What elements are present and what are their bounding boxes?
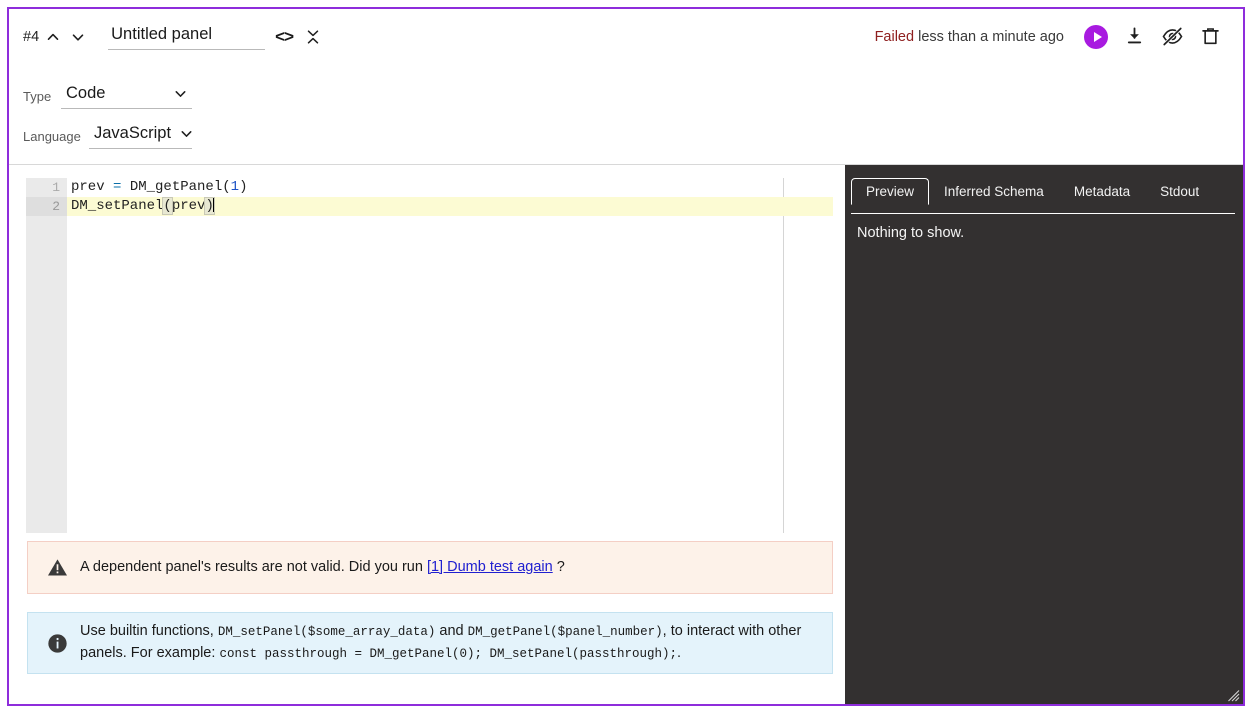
panel-body: 1 2 prev = DM_getPanel(1) DM_setPanel(pr…	[9, 165, 1243, 704]
panel-language-value: JavaScript	[94, 124, 172, 142]
results-body: Nothing to show.	[845, 217, 1243, 704]
results-tabs: Preview Inferred Schema Metadata Stdout	[845, 174, 1243, 205]
code-line: prev = DM_getPanel(1)	[67, 178, 826, 197]
info-code-getpanel: DM_getPanel($panel_number)	[467, 625, 663, 639]
panel-type-select[interactable]: Code	[61, 83, 192, 109]
line-number: 2	[26, 197, 67, 216]
code-token: )	[239, 179, 248, 195]
editor-pane: 1 2 prev = DM_getPanel(1) DM_setPanel(pr…	[9, 165, 845, 704]
resize-handle[interactable]	[1228, 689, 1240, 702]
panel-type-label: Type	[23, 88, 52, 104]
code-line: DM_setPanel(prev)	[67, 197, 833, 216]
status-text: Failed less than a minute ago	[875, 29, 1064, 45]
code-token: DM_getPanel	[121, 179, 223, 195]
code-token: (	[162, 197, 173, 215]
panel-type-value: Code	[66, 84, 106, 102]
code-toggle-icon[interactable]: <>	[274, 25, 294, 49]
code-editor[interactable]: 1 2 prev = DM_getPanel(1) DM_setPanel(pr…	[26, 178, 833, 533]
play-icon	[1084, 24, 1108, 49]
info-circle-icon	[44, 633, 70, 654]
results-tab-metadata[interactable]: Metadata	[1059, 178, 1145, 204]
run-panel-button[interactable]	[1081, 22, 1111, 52]
panel-language-label: Language	[23, 128, 81, 144]
info-seg-1: Use builtin functions,	[80, 623, 218, 639]
download-results-button[interactable]	[1119, 22, 1149, 52]
line-number: 1	[52, 180, 60, 195]
chevron-down-icon	[173, 86, 188, 101]
panel-title-input[interactable]	[108, 23, 266, 50]
builtin-functions-info-alert: Use builtin functions, DM_setPanel($some…	[27, 612, 833, 674]
dependency-warning-alert: A dependent panel's results are not vali…	[27, 541, 833, 594]
code-token: 1	[230, 179, 240, 195]
status-state-label: Failed	[874, 28, 915, 45]
dependency-warning-text: A dependent panel's results are not vali…	[80, 557, 565, 578]
move-panel-down-button[interactable]	[67, 26, 89, 48]
code-token: prev	[71, 179, 114, 195]
results-tab-stdout[interactable]: Stdout	[1145, 178, 1214, 204]
warning-text-before: A dependent panel's results are not vali…	[80, 559, 427, 575]
results-tab-preview[interactable]: Preview	[851, 178, 930, 205]
delete-panel-button[interactable]	[1195, 22, 1225, 52]
code-token: DM_setPanel	[71, 198, 164, 214]
panel-container: #4 <> Failed less than a m	[7, 7, 1245, 706]
results-pane: Preview Inferred Schema Metadata Stdout Not…	[845, 165, 1243, 704]
dependency-panel-link[interactable]: [1] Dumb test again	[427, 559, 553, 575]
hide-results-button[interactable]	[1157, 22, 1187, 52]
column-ruler	[783, 178, 784, 533]
info-code-setpanel: DM_setPanel($some_array_data)	[217, 625, 436, 639]
results-tab-inferred-schema[interactable]: Inferred Schema	[929, 178, 1059, 204]
info-seg-2: and	[435, 623, 468, 639]
info-code-example: const passthrough = DM_getPanel(0); DM_s…	[219, 647, 678, 661]
text-cursor	[212, 197, 214, 212]
panel-header: #4 <> Failed less than a m	[9, 9, 1243, 165]
panel-language-row: Language JavaScript	[23, 123, 192, 149]
warning-text-after: ?	[552, 559, 565, 575]
info-seg-5: .	[677, 645, 682, 661]
collapse-icon[interactable]	[304, 28, 322, 46]
tabs-underline	[851, 213, 1235, 214]
builtin-functions-info-text: Use builtin functions, DM_setPanel($some…	[80, 621, 818, 665]
results-empty-message: Nothing to show.	[857, 225, 965, 241]
status-time-label: less than a minute ago	[914, 28, 1064, 45]
warning-triangle-icon	[44, 558, 70, 577]
panel-index-label: #4	[23, 28, 40, 45]
chevron-down-icon	[179, 126, 194, 141]
code-token: prev	[171, 198, 206, 214]
editor-gutter: 1 2	[26, 178, 67, 533]
panel-type-row: Type Code	[23, 83, 192, 109]
code-area[interactable]: prev = DM_getPanel(1) DM_setPanel(prev)	[67, 178, 833, 533]
panel-language-select[interactable]: JavaScript	[89, 123, 192, 149]
code-token: (	[222, 179, 231, 195]
panel-header-top-row: #4 <> Failed less than a m	[9, 9, 1243, 64]
panel-status-group: Failed less than a minute ago	[875, 22, 1225, 52]
move-panel-up-button[interactable]	[42, 26, 64, 48]
